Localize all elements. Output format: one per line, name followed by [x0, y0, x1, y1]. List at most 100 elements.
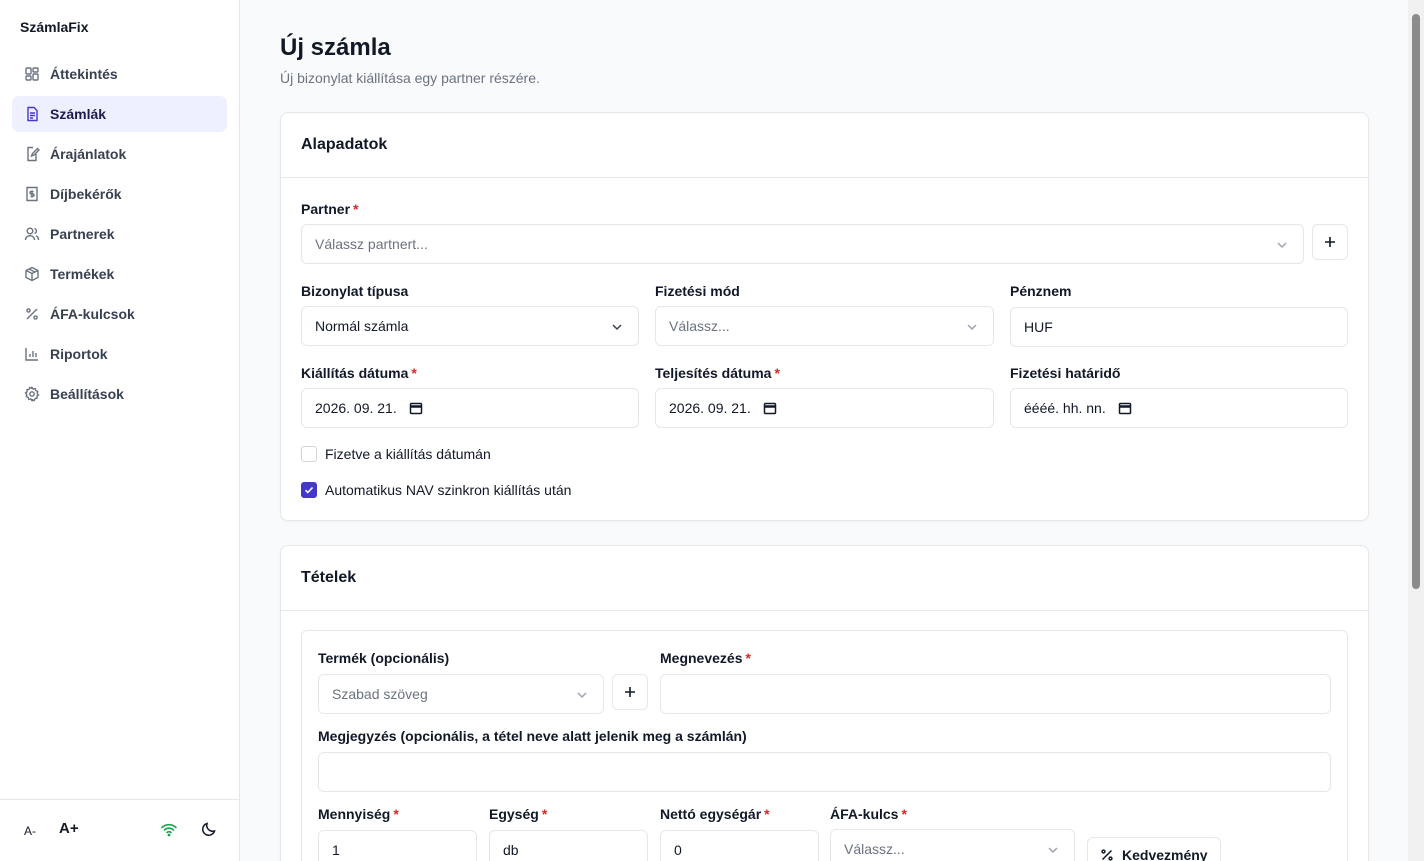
calendar-icon[interactable]	[1118, 401, 1132, 415]
currency-label: Pénznem	[1010, 283, 1072, 299]
sidebar-item-arajanlatok[interactable]: Árajánlatok	[12, 136, 227, 172]
vat-rate-placeholder: Válassz...	[844, 841, 905, 857]
payment-method-label: Fizetési mód	[655, 283, 740, 299]
fulfillment-date-input[interactable]: 2026. 09. 21.	[655, 388, 994, 428]
net-price-label: Nettó egységár *	[660, 806, 770, 822]
fulfillment-date-label: Teljesítés dátuma *	[655, 365, 780, 381]
sidebar-item-label: Beállítások	[50, 386, 124, 402]
sidebar-item-beallitasok[interactable]: Beállítások	[12, 376, 227, 412]
item-note-label: Megjegyzés (opcionális, a tétel neve ala…	[318, 728, 747, 744]
paid-on-issue-checkbox[interactable]	[301, 446, 317, 462]
dashboard-icon	[24, 66, 40, 82]
issue-date-label: Kiállítás dátuma *	[301, 365, 417, 381]
doc-type-value: Normál számla	[315, 318, 409, 334]
invoice-icon	[24, 106, 40, 122]
unit-input[interactable]: db	[489, 830, 648, 861]
partner-select-placeholder: Válassz partnert...	[315, 236, 428, 252]
page-subtitle: Új bizonylat kiállítása egy partner rész…	[280, 70, 540, 86]
page-title: Új számla	[280, 34, 391, 61]
font-increase-button[interactable]: A+	[59, 820, 79, 837]
due-date-input[interactable]: éééé. hh. nn.	[1010, 388, 1348, 428]
wifi-icon	[160, 821, 178, 839]
product-select-placeholder: Szabad szöveg	[332, 686, 428, 702]
fulfillment-date-value: 2026. 09. 21.	[669, 400, 751, 416]
quantity-value: 1	[332, 842, 340, 858]
item-note-input[interactable]	[318, 752, 1331, 792]
sidebar-item-attekintes[interactable]: Áttekintés	[12, 56, 227, 92]
due-date-label: Fizetési határidő	[1010, 365, 1121, 381]
vat-rate-select[interactable]: Válassz...	[830, 829, 1075, 861]
line-item: Termék (opcionális) Szabad szöveg Megnev…	[301, 630, 1348, 861]
chevron-down-icon	[967, 324, 977, 331]
issue-date-value: 2026. 09. 21.	[315, 400, 397, 416]
sidebar-item-afa-kulcsok[interactable]: ÁFA-kulcsok	[12, 296, 227, 332]
plus-icon	[1325, 237, 1335, 247]
item-name-input[interactable]	[660, 674, 1331, 714]
unit-label: Egység *	[489, 806, 548, 822]
main-content: Új számla Új bizonylat kiállítása egy pa…	[240, 0, 1408, 861]
vat-rate-label: ÁFA-kulcs *	[830, 806, 907, 822]
items-card: Tételek Termék (opcionális) Szabad szöve…	[280, 545, 1369, 861]
sidebar-item-label: Riportok	[50, 346, 108, 362]
payment-method-placeholder: Válassz...	[669, 318, 730, 334]
gear-icon	[24, 386, 40, 402]
currency-value: HUF	[1024, 319, 1053, 335]
quote-icon	[24, 146, 40, 162]
check-icon	[304, 486, 314, 494]
item-name-label: Megnevezés *	[660, 650, 751, 666]
box-icon	[24, 266, 40, 282]
product-select[interactable]: Szabad szöveg	[318, 674, 604, 714]
sidebar-item-label: Árajánlatok	[50, 146, 127, 162]
product-label: Termék (opcionális)	[318, 650, 450, 666]
add-partner-button[interactable]	[1312, 224, 1348, 260]
payment-request-icon	[24, 186, 40, 202]
chevron-down-icon	[1277, 242, 1287, 249]
calendar-icon[interactable]	[409, 401, 423, 415]
calendar-icon[interactable]	[763, 401, 777, 415]
sidebar-item-label: Díjbekérők	[50, 186, 122, 202]
doc-type-select[interactable]: Normál számla	[301, 306, 639, 346]
page-scrollbar[interactable]	[1408, 0, 1424, 861]
quantity-label: Mennyiség *	[318, 806, 399, 822]
sidebar-item-dijbekerok[interactable]: Díjbekérők	[12, 176, 227, 212]
due-date-placeholder: éééé. hh. nn.	[1024, 400, 1106, 416]
chevron-down-icon	[577, 692, 587, 699]
sidebar-item-label: ÁFA-kulcsok	[50, 306, 135, 322]
sidebar-item-partnerek[interactable]: Partnerek	[12, 216, 227, 252]
percent-icon	[24, 306, 40, 322]
sidebar-item-label: Számlák	[50, 106, 107, 122]
partner-select[interactable]: Válassz partnert...	[301, 224, 1304, 264]
sidebar: SzámlaFix Áttekintés Számlák Árajánlatok…	[0, 0, 240, 861]
chart-icon	[24, 346, 40, 362]
net-price-value: 0	[674, 842, 682, 858]
dark-mode-toggle-icon[interactable]	[201, 821, 217, 837]
chevron-down-icon	[1048, 847, 1058, 854]
nav-sync-label: Automatikus NAV szinkron kiállítás után	[325, 482, 572, 498]
nav-sync-checkbox[interactable]	[301, 482, 317, 498]
partner-label: Partner *	[301, 201, 359, 217]
sidebar-item-szamlak[interactable]: Számlák	[12, 96, 227, 132]
chevron-down-icon	[612, 324, 622, 331]
sidebar-item-label: Áttekintés	[50, 66, 118, 82]
quantity-input[interactable]: 1	[318, 830, 477, 861]
discount-button-label: Kedvezmény	[1122, 847, 1208, 861]
users-icon	[24, 226, 40, 242]
sidebar-item-label: Partnerek	[50, 226, 115, 242]
font-decrease-button[interactable]: A-	[24, 824, 36, 838]
doc-type-label: Bizonylat típusa	[301, 283, 409, 299]
sidebar-item-termekek[interactable]: Termékek	[12, 256, 227, 292]
discount-button[interactable]: Kedvezmény	[1087, 837, 1221, 861]
items-card-title: Tételek	[281, 546, 1368, 611]
add-product-button[interactable]	[612, 674, 648, 710]
net-price-input[interactable]: 0	[660, 830, 819, 861]
sidebar-item-riportok[interactable]: Riportok	[12, 336, 227, 372]
sidebar-item-label: Termékek	[50, 266, 115, 282]
paid-on-issue-label: Fizetve a kiállítás dátumán	[325, 446, 491, 462]
payment-method-select[interactable]: Válassz...	[655, 306, 994, 346]
app-brand[interactable]: SzámlaFix	[20, 19, 88, 35]
scrollbar-thumb[interactable]	[1412, 14, 1420, 589]
currency-input[interactable]: HUF	[1010, 307, 1348, 347]
basics-card-title: Alapadatok	[281, 113, 1368, 178]
issue-date-input[interactable]: 2026. 09. 21.	[301, 388, 639, 428]
sidebar-footer: A- A+	[0, 799, 239, 861]
